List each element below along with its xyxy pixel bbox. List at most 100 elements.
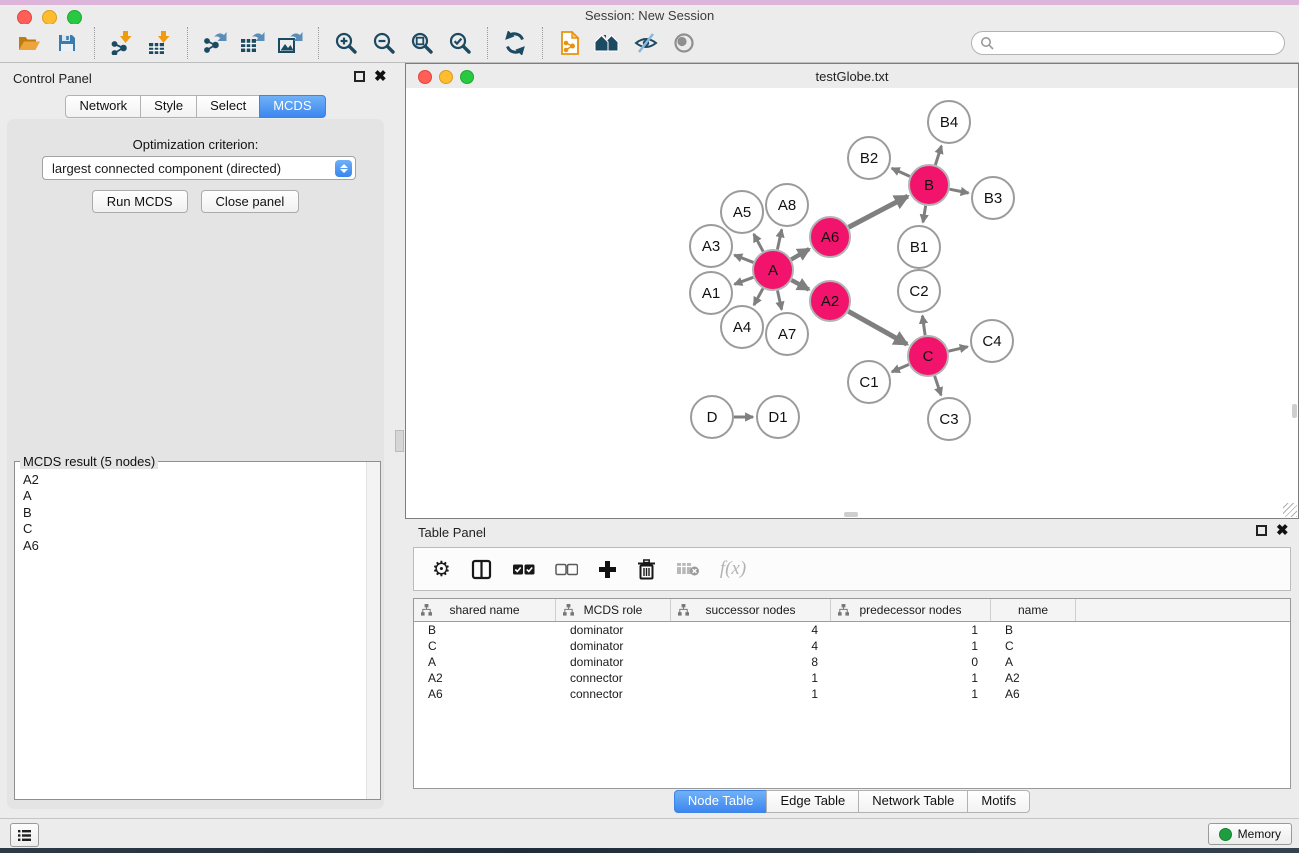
- new-session-icon[interactable]: [551, 26, 589, 60]
- tab-node-table[interactable]: Node Table: [674, 790, 768, 813]
- export-table-icon[interactable]: [234, 26, 272, 60]
- table-cell[interactable]: A6: [414, 687, 556, 701]
- table-cell[interactable]: 0: [831, 655, 991, 669]
- table-cell[interactable]: B: [414, 623, 556, 637]
- unselect-all-icon[interactable]: [555, 563, 578, 576]
- table-cell[interactable]: 1: [831, 623, 991, 637]
- table-cell[interactable]: 1: [831, 639, 991, 653]
- table-cell[interactable]: 4: [671, 639, 831, 653]
- table-cell[interactable]: connector: [556, 671, 671, 685]
- float-panel-icon[interactable]: [354, 71, 365, 82]
- mcds-result-item[interactable]: C: [23, 521, 359, 537]
- zoom-selected-icon[interactable]: [441, 26, 479, 60]
- graph-edge-C-C3[interactable]: [935, 376, 941, 395]
- tab-style[interactable]: Style: [140, 95, 197, 118]
- network-canvas[interactable]: B4B2BB3A8A5A6B1A3AC2A1A2A4A7C4CC1DD1C3: [406, 88, 1298, 518]
- select-stepper-icon[interactable]: [335, 160, 352, 177]
- graph-edge-B-B3[interactable]: [950, 189, 969, 193]
- mcds-result-scrollbar[interactable]: [366, 462, 380, 799]
- import-network-icon[interactable]: [103, 26, 141, 60]
- add-column-icon[interactable]: [598, 560, 617, 579]
- tab-network-table[interactable]: Network Table: [858, 790, 968, 813]
- column-header-mcds-role[interactable]: MCDS role: [556, 599, 671, 621]
- graph-edge-B-B4[interactable]: [935, 146, 941, 165]
- table-cell[interactable]: dominator: [556, 655, 671, 669]
- criterion-select[interactable]: largest connected component (directed): [42, 156, 356, 180]
- graph-edge-A-A1[interactable]: [734, 277, 753, 284]
- table-cell[interactable]: 8: [671, 655, 831, 669]
- table-cell[interactable]: A2: [991, 671, 1076, 685]
- table-row[interactable]: Cdominator41C: [414, 638, 1290, 654]
- graph-edge-A-A8[interactable]: [777, 229, 781, 249]
- table-cell[interactable]: 1: [671, 687, 831, 701]
- table-cell[interactable]: A: [414, 655, 556, 669]
- tab-motifs[interactable]: Motifs: [967, 790, 1030, 813]
- mcds-result-item[interactable]: A2: [23, 472, 359, 488]
- mcds-result-item[interactable]: B: [23, 505, 359, 521]
- vertical-scrollbar-thumb[interactable]: [1292, 404, 1297, 418]
- table-cell[interactable]: 1: [671, 671, 831, 685]
- close-panel-button[interactable]: Close panel: [201, 190, 300, 213]
- column-header-predecessor-nodes[interactable]: predecessor nodes: [831, 599, 991, 621]
- graph-edge-B-B2[interactable]: [892, 168, 910, 176]
- tab-mcds[interactable]: MCDS: [259, 95, 325, 118]
- close-panel-icon[interactable]: ✖: [374, 71, 387, 82]
- table-cell[interactable]: dominator: [556, 623, 671, 637]
- tab-select[interactable]: Select: [196, 95, 260, 118]
- graph-edge-C-C1[interactable]: [892, 364, 909, 371]
- hide-details-icon[interactable]: [627, 26, 665, 60]
- float-table-panel-icon[interactable]: [1256, 525, 1267, 536]
- horizontal-scrollbar-thumb[interactable]: [844, 512, 858, 517]
- show-details-icon[interactable]: [665, 26, 703, 60]
- mcds-result-item[interactable]: A6: [23, 538, 359, 554]
- table-row[interactable]: Adominator80A: [414, 654, 1290, 670]
- table-cell[interactable]: C: [414, 639, 556, 653]
- mcds-result-item[interactable]: A: [23, 488, 359, 504]
- graph-edge-A-A7[interactable]: [777, 291, 781, 310]
- zoom-in-icon[interactable]: [327, 26, 365, 60]
- graph-edge-A-A3[interactable]: [734, 255, 753, 262]
- table-cell[interactable]: A6: [991, 687, 1076, 701]
- graph-edge-A-A5[interactable]: [754, 234, 763, 251]
- export-network-icon[interactable]: [196, 26, 234, 60]
- memory-button[interactable]: Memory: [1208, 823, 1292, 845]
- graph-edge-A-A4[interactable]: [754, 288, 763, 305]
- settings-gear-icon[interactable]: ⚙: [432, 559, 451, 579]
- table-cell[interactable]: C: [991, 639, 1076, 653]
- graph-edge-C-C4[interactable]: [948, 347, 967, 352]
- table-cell[interactable]: 4: [671, 623, 831, 637]
- select-all-icon[interactable]: [512, 563, 535, 576]
- task-history-button[interactable]: [10, 823, 39, 847]
- column-header-shared-name[interactable]: shared name: [414, 599, 556, 621]
- graph-edge-A-A2[interactable]: [791, 280, 808, 290]
- delete-column-icon[interactable]: [637, 559, 656, 580]
- home-icon[interactable]: [589, 26, 627, 60]
- window-resize-grip[interactable]: [1283, 503, 1297, 517]
- graph-edge-A2-C[interactable]: [848, 311, 907, 344]
- table-row[interactable]: A2connector11A2: [414, 670, 1290, 686]
- table-cell[interactable]: dominator: [556, 639, 671, 653]
- close-table-panel-icon[interactable]: ✖: [1276, 525, 1289, 536]
- table-cell[interactable]: 1: [831, 671, 991, 685]
- delete-table-icon[interactable]: [676, 561, 700, 577]
- export-image-icon[interactable]: [272, 26, 310, 60]
- search-input[interactable]: [999, 35, 1276, 51]
- graph-edge-A-A6[interactable]: [791, 249, 809, 259]
- open-session-icon[interactable]: [10, 26, 48, 60]
- graph-edge-C-C2[interactable]: [922, 316, 925, 335]
- table-cell[interactable]: B: [991, 623, 1076, 637]
- refresh-icon[interactable]: [496, 26, 534, 60]
- save-session-icon[interactable]: [48, 26, 86, 60]
- graph-edge-A6-B[interactable]: [849, 196, 908, 227]
- graph-edge-B-B1[interactable]: [923, 206, 926, 223]
- search-field[interactable]: [971, 31, 1285, 55]
- tab-edge-table[interactable]: Edge Table: [766, 790, 859, 813]
- table-cell[interactable]: A: [991, 655, 1076, 669]
- table-cell[interactable]: connector: [556, 687, 671, 701]
- zoom-out-icon[interactable]: [365, 26, 403, 60]
- column-layout-icon[interactable]: [471, 559, 492, 580]
- function-builder-icon[interactable]: f(x): [720, 558, 746, 580]
- table-row[interactable]: A6connector11A6: [414, 686, 1290, 702]
- table-row[interactable]: Bdominator41B: [414, 622, 1290, 638]
- table-cell[interactable]: A2: [414, 671, 556, 685]
